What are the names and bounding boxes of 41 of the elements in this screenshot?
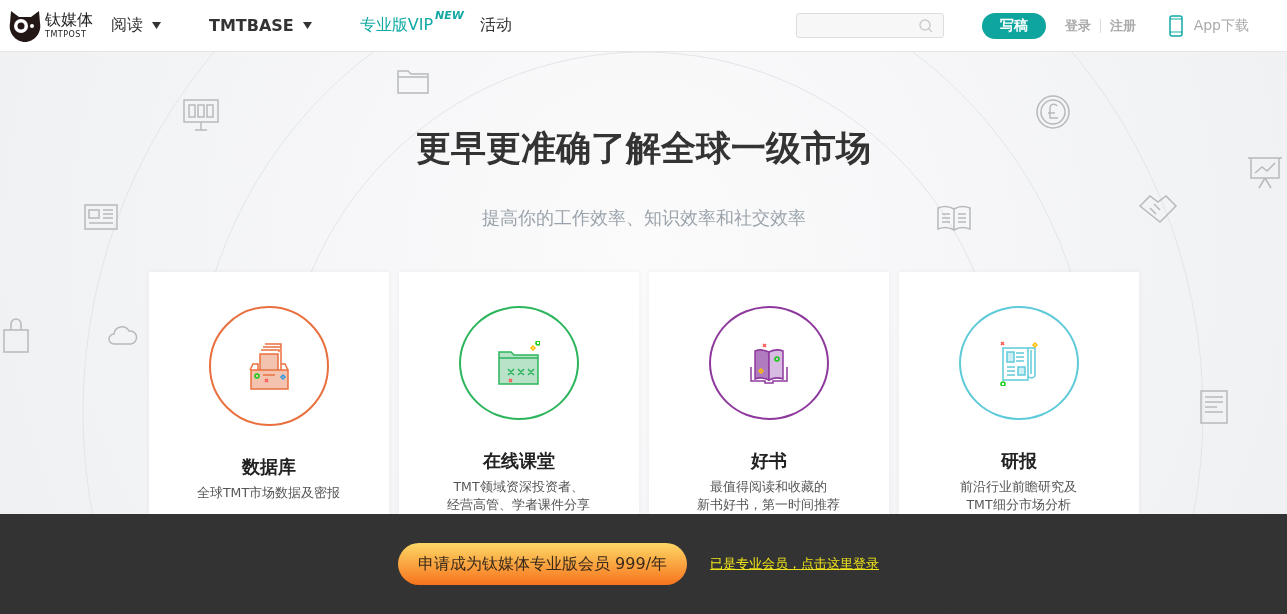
cat-logo-icon <box>8 8 42 43</box>
logo-subtitle: TMTPOST <box>45 31 88 39</box>
open-book-icon <box>749 342 788 384</box>
newspaper-icon <box>999 340 1038 386</box>
folder-icon <box>497 341 540 385</box>
card-title: 数据库 <box>241 455 296 479</box>
card-description: 最值得阅读和收藏的 新书好书，第一时间推荐 <box>697 478 840 514</box>
card-title: 研报 <box>1000 449 1037 473</box>
newspaper-icon <box>84 204 118 230</box>
phone-icon <box>1168 14 1183 37</box>
feature-card[interactable]: 好书 最值得阅读和收藏的 新书好书，第一时间推荐 <box>648 272 889 514</box>
nav-link[interactable]: 阅读 <box>111 11 161 40</box>
open-book-icon <box>937 205 971 231</box>
document-icon <box>1200 390 1228 424</box>
handshake-icon <box>1138 192 1178 226</box>
document-tray-icon <box>248 342 289 390</box>
nav-link[interactable]: TMTBASE <box>209 12 312 39</box>
feature-card[interactable]: 在线课堂 TMT领域资深投资者、 经营高管、学者课件分享 <box>398 272 639 514</box>
logo-name: 钛媒体 <box>45 12 93 28</box>
monitor-icon <box>183 99 219 131</box>
caret-icon <box>302 22 312 29</box>
card-description: TMT领域资深投资者、 经营高管、学者课件分享 <box>447 478 590 514</box>
cloud-icon <box>108 324 138 346</box>
feature-card[interactable]: 数据库 全球TMT市场数据及密报 <box>148 272 389 514</box>
feature-card[interactable]: 研报 前沿行业前瞻研究及 TMT细分市场分析 <box>898 272 1139 514</box>
folder-icon <box>397 68 429 94</box>
apply-membership-button[interactable]: 申请成为钛媒体专业版会员 999/年 <box>398 543 687 585</box>
card-title: 好书 <box>750 449 787 473</box>
card-description: 全球TMT市场数据及密报 <box>196 484 341 502</box>
hero-subtitle: 提高你的工作效率、知识效率和社交效率 <box>481 206 806 230</box>
shopping-bag-icon <box>2 318 30 354</box>
member-login-link[interactable]: 已是专业会员，点击这里登录 <box>710 555 879 573</box>
search-icon <box>918 18 933 33</box>
presentation-board-icon <box>1247 155 1283 191</box>
card-description: 前沿行业前瞻研究及 TMT细分市场分析 <box>960 478 1077 514</box>
search-field[interactable] <box>795 13 944 38</box>
pound-coin-icon <box>1035 94 1071 130</box>
nav-link[interactable]: 活动 <box>479 11 512 40</box>
hero-title: 更早更准确了解全球一级市场 <box>416 127 871 170</box>
caret-icon <box>152 22 161 29</box>
card-title: 在线课堂 <box>482 449 555 473</box>
